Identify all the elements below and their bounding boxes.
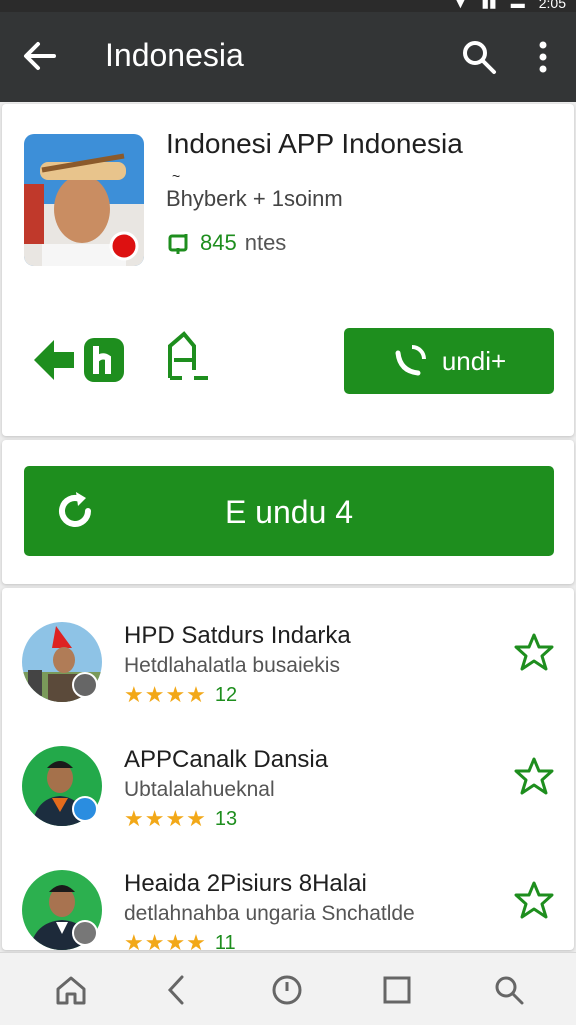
signal-icon: ▮▮ (481, 0, 497, 10)
recents-square-icon[interactable] (380, 973, 414, 1007)
download-button-label: E undu 4 (224, 494, 354, 530)
share-icon[interactable] (30, 330, 128, 388)
app-detail-card: Indonesi APP Indonesia ~ Bhyberk + 1soin… (2, 104, 574, 436)
rating-stars: ★★★★ (124, 930, 207, 950)
download-button[interactable]: E undu 4 (24, 466, 554, 556)
star-outline-icon[interactable] (514, 880, 554, 920)
list-item[interactable]: APPCanalk Dansia Ubtalalahueknal ★★★★ 13 (2, 712, 574, 836)
list-item[interactable]: Heaida 2Pisiurs 8Halai detlahnahba ungar… (2, 836, 574, 950)
app-bar: Indonesia (0, 12, 576, 102)
installs-count: 845 (200, 230, 237, 255)
wifi-icon: ▼ (453, 0, 468, 11)
list-item-badge (72, 796, 98, 822)
developer-decoration: ~ (172, 168, 183, 184)
list-item[interactable]: HPD Satdurs Indarka Hetdlahalatla busaie… (2, 588, 574, 712)
page-title: Indonesia (105, 37, 244, 73)
list-item-title: HPD Satdurs Indarka (124, 622, 351, 649)
list-item-rating: ★★★★ 11 (124, 930, 236, 950)
download-card: E undu 4 (2, 440, 574, 584)
app-name: Indonesi APP Indonesia (166, 128, 463, 159)
home-icon[interactable] (54, 973, 88, 1007)
list-item-badge (72, 672, 98, 698)
back-icon[interactable] (160, 973, 194, 1007)
list-item-rating: ★★★★ 12 (124, 682, 237, 708)
more-vert-icon[interactable] (528, 38, 558, 76)
installs-unit: ntes (244, 230, 287, 255)
status-bar: ▼ ▮▮ ▬ 2:05 (0, 0, 576, 12)
rating-count: 11 (214, 931, 236, 951)
developer-name[interactable]: Bhyberk + 1soinm (166, 186, 343, 212)
rating-count: 13 (214, 807, 238, 830)
install-button[interactable]: undi+ (344, 328, 554, 394)
related-apps-list: HPD Satdurs Indarka Hetdlahalatla busaie… (2, 588, 574, 950)
star-outline-icon[interactable] (514, 756, 554, 796)
clock-icon[interactable] (270, 973, 304, 1007)
app-avatar (24, 134, 144, 266)
back-arrow-icon[interactable] (20, 36, 60, 76)
phone-refresh-icon (395, 345, 426, 376)
star-outline-icon[interactable] (514, 632, 554, 672)
rating-stars: ★★★★ (124, 682, 207, 707)
list-item-subtitle: detlahnahba ungaria Snchatlde (124, 902, 415, 925)
list-item-rating: ★★★★ 13 (124, 806, 237, 832)
list-item-subtitle: Hetdlahalatla busaiekis (124, 654, 340, 677)
rating-count: 12 (214, 683, 238, 706)
download-count-icon (168, 234, 188, 254)
rating-stars: ★★★★ (124, 806, 207, 831)
list-item-title: APPCanalk Dansia (124, 746, 329, 773)
bottom-nav-bar (0, 952, 576, 1025)
font-size-icon[interactable] (164, 330, 212, 384)
install-button-label: undi+ (441, 345, 507, 376)
search-icon[interactable] (460, 38, 498, 76)
list-item-badge (72, 920, 98, 946)
battery-icon: ▬ (510, 0, 525, 11)
installs-info: 845 ntes (166, 230, 286, 256)
list-item-subtitle: Ubtalalahueknal (124, 778, 275, 801)
status-time: 2:05 (538, 0, 566, 11)
search-nav-icon[interactable] (492, 973, 526, 1007)
list-item-title: Heaida 2Pisiurs 8Halai (124, 870, 367, 897)
